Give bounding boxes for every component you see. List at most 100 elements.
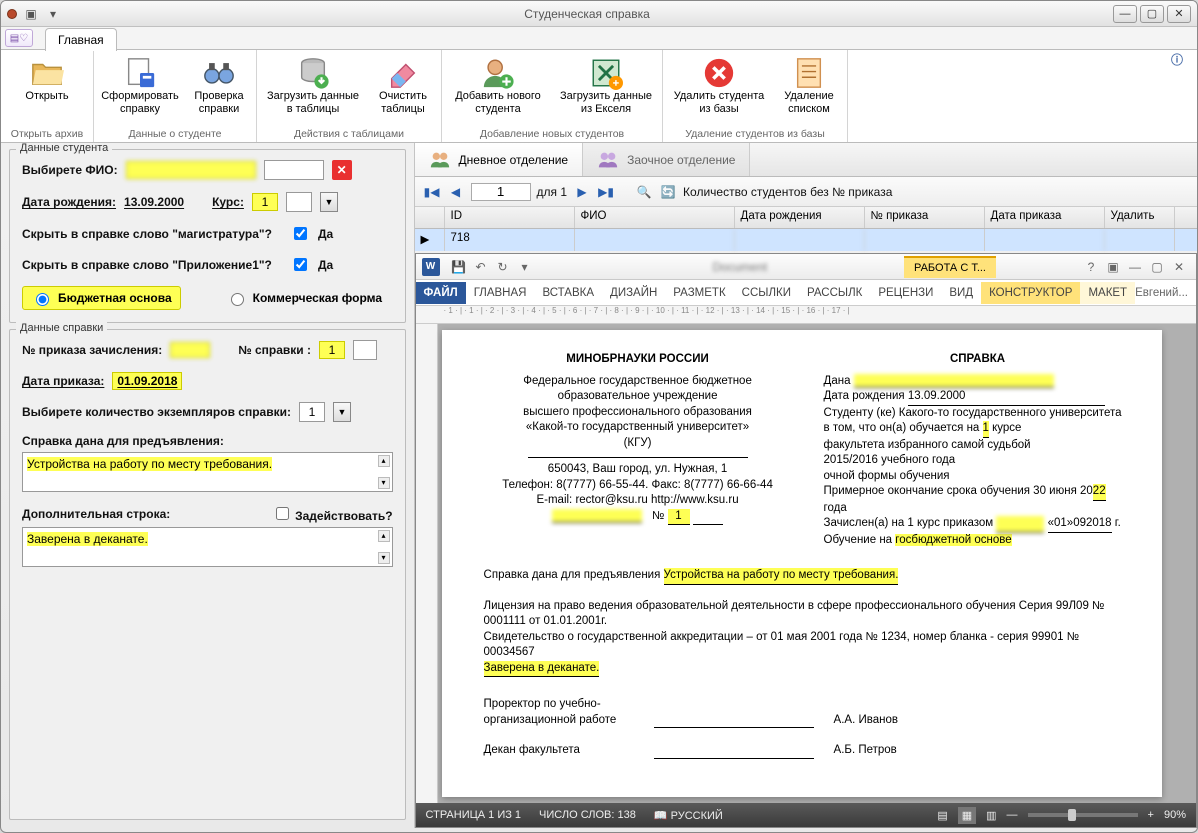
word-tab-file[interactable]: ФАЙЛ (416, 282, 466, 304)
word-tab-home[interactable]: ГЛАВНАЯ (466, 282, 535, 304)
word-save-icon[interactable]: 💾 (448, 260, 470, 274)
hide-mag-checkbox[interactable] (294, 227, 307, 240)
clear-tables-button[interactable]: Очистить таблицы (371, 54, 435, 117)
word-maximize-icon[interactable]: ▢ (1146, 260, 1168, 274)
zoom-out-icon[interactable]: — (1007, 809, 1018, 821)
purpose-memo[interactable]: Устройства на работу по месту требования… (22, 452, 393, 492)
word-tab-layout[interactable]: РАЗМЕТК (665, 282, 733, 304)
word-tab-maket[interactable]: МАКЕТ (1080, 282, 1135, 304)
scroll-up-icon[interactable]: ▴ (378, 455, 390, 467)
word-close-icon[interactable]: ✕ (1168, 260, 1190, 274)
help-icon[interactable]: ⓘ (1171, 51, 1187, 67)
delete-student-button[interactable]: Удалить студента из базы (669, 54, 769, 117)
scroll-down-icon[interactable]: ▾ (378, 477, 390, 489)
scroll-up-icon[interactable]: ▴ (378, 530, 390, 542)
dob-label: Дата рождения: (22, 195, 116, 209)
word-tab-insert[interactable]: ВСТАВКА (534, 282, 602, 304)
scroll-down-icon[interactable]: ▾ (378, 552, 390, 564)
v-ruler[interactable] (416, 324, 438, 803)
word-tab-view[interactable]: ВИД (941, 282, 981, 304)
nav-first-icon[interactable]: ▮◀ (423, 183, 441, 201)
nav-next-icon[interactable]: ▶ (573, 183, 591, 201)
group-label: Удаление студентов из базы (669, 126, 841, 140)
word-tab-design[interactable]: ДИЗАЙН (602, 282, 665, 304)
folder-open-icon (30, 56, 64, 90)
copies-input[interactable] (299, 402, 325, 422)
word-tab-mail[interactable]: РАССЫЛК (799, 282, 870, 304)
nav-last-icon[interactable]: ▶▮ (597, 183, 615, 201)
word-tab-review[interactable]: РЕЦЕНЗИ (870, 282, 941, 304)
search-icon[interactable]: 🔍 (635, 183, 653, 201)
open-button[interactable]: Открыть (7, 54, 87, 105)
maximize-button[interactable]: ▢ (1140, 5, 1164, 23)
col-ord[interactable]: № приказа (865, 207, 985, 228)
status-words[interactable]: ЧИСЛО СЛОВ: 138 (539, 809, 636, 821)
load-excel-button[interactable]: Загрузить данные из Екселя (556, 54, 656, 117)
hide-app-checkbox[interactable] (294, 258, 307, 271)
funding-commercial-radio[interactable]: Коммерческая форма (217, 286, 391, 310)
status-lang[interactable]: 📖 РУССКИЙ (654, 809, 723, 822)
dropdown-icon[interactable]: ▾ (45, 6, 61, 22)
close-button[interactable]: ✕ (1167, 5, 1191, 23)
window-title: Студенческая справка (61, 7, 1113, 21)
zoom-in-icon[interactable]: + (1148, 809, 1154, 821)
right-pane: Дневное отделение Заочное отделение ▮◀ ◀… (414, 143, 1197, 828)
refresh-icon[interactable]: 🔄 (659, 183, 677, 201)
doc-area[interactable]: МИНОБРНАУКИ РОССИИ Федеральное государст… (416, 324, 1196, 803)
cert-no-input[interactable] (353, 340, 377, 360)
nav-prev-icon[interactable]: ◀ (447, 183, 465, 201)
table-row[interactable]: ▶ 718 (415, 229, 1197, 251)
h-ruler[interactable]: · 1 · | · 1 · | · 2 · | · 3 · | · 4 · | … (416, 306, 1196, 324)
word-help-icon[interactable]: ? (1080, 260, 1102, 274)
group-label: Добавление новых студентов (448, 126, 656, 140)
chevron-down-icon[interactable]: ▾ (514, 260, 536, 274)
word-icon: W (422, 258, 440, 276)
view-print-icon[interactable]: ▦ (958, 807, 976, 824)
word-minimize-icon[interactable]: — (1124, 260, 1146, 274)
cert-no-value: 1 (319, 341, 345, 359)
add-student-button[interactable]: Добавить нового студента (448, 54, 548, 117)
word-tabs: ФАЙЛ ГЛАВНАЯ ВСТАВКА ДИЗАЙН РАЗМЕТК ССЫЛ… (416, 280, 1196, 306)
zoom-value[interactable]: 90% (1164, 809, 1186, 821)
zoom-slider[interactable] (1028, 813, 1138, 817)
status-page[interactable]: СТРАНИЦА 1 ИЗ 1 (426, 809, 522, 821)
view-web-icon[interactable]: ▥ (986, 809, 996, 822)
fio-input[interactable] (264, 160, 324, 180)
clear-fio-button[interactable]: ✕ (332, 160, 352, 180)
word-ribbon-opts-icon[interactable]: ▣ (1102, 260, 1124, 274)
tab-day[interactable]: Дневное отделение (415, 143, 584, 176)
qa-button[interactable]: ▤♡ (5, 29, 33, 47)
form-cert-button[interactable]: Сформировать справку (100, 54, 180, 117)
course-dropdown[interactable]: ▼ (320, 192, 338, 212)
col-del[interactable]: Удалить (1105, 207, 1175, 228)
tab-ext[interactable]: Заочное отделение (583, 143, 750, 176)
word-user[interactable]: Евгений... (1135, 287, 1196, 299)
word-undo-icon[interactable]: ↶ (470, 260, 492, 274)
doc-icon: ▣ (23, 6, 39, 22)
tab-main[interactable]: Главная (45, 28, 117, 51)
col-dob[interactable]: Дата рождения (735, 207, 865, 228)
col-id[interactable]: ID (445, 207, 575, 228)
col-fio[interactable]: ФИО (575, 207, 735, 228)
minimize-button[interactable]: — (1113, 5, 1137, 23)
load-tables-button[interactable]: Загрузить данные в таблицы (263, 54, 363, 117)
quick-access: ▤♡ Главная ⓘ (1, 27, 1197, 49)
copies-dropdown[interactable]: ▼ (333, 402, 351, 422)
word-statusbar: СТРАНИЦА 1 ИЗ 1 ЧИСЛО СЛОВ: 138 📖 РУССКИ… (416, 803, 1196, 827)
word-tab-constructor[interactable]: КОНСТРУКТОР (981, 282, 1080, 304)
course-input[interactable] (286, 192, 312, 212)
check-cert-button[interactable]: Проверка справки (188, 54, 250, 117)
word-tab-refs[interactable]: ССЫЛКИ (734, 282, 799, 304)
extra-memo[interactable]: Заверена в деканате. ▴▾ (22, 527, 393, 567)
order-date-label: Дата приказа: (22, 374, 104, 388)
delete-list-button[interactable]: Удаление списком (777, 54, 841, 117)
titlebar: ▣ ▾ Студенческая справка — ▢ ✕ (1, 1, 1197, 27)
view-read-icon[interactable]: ▤ (937, 809, 947, 822)
word-redo-icon[interactable]: ↻ (492, 260, 514, 274)
col-odate[interactable]: Дата приказа (985, 207, 1105, 228)
use-extra-checkbox[interactable] (276, 507, 289, 520)
grid-header: ID ФИО Дата рождения № приказа Дата прик… (415, 207, 1197, 229)
funding-budget-radio[interactable]: Бюджетная основа (22, 286, 181, 310)
nav-page-input[interactable] (471, 183, 531, 201)
hide-app-label: Скрыть в справке слово "Приложение1"? (22, 258, 282, 272)
